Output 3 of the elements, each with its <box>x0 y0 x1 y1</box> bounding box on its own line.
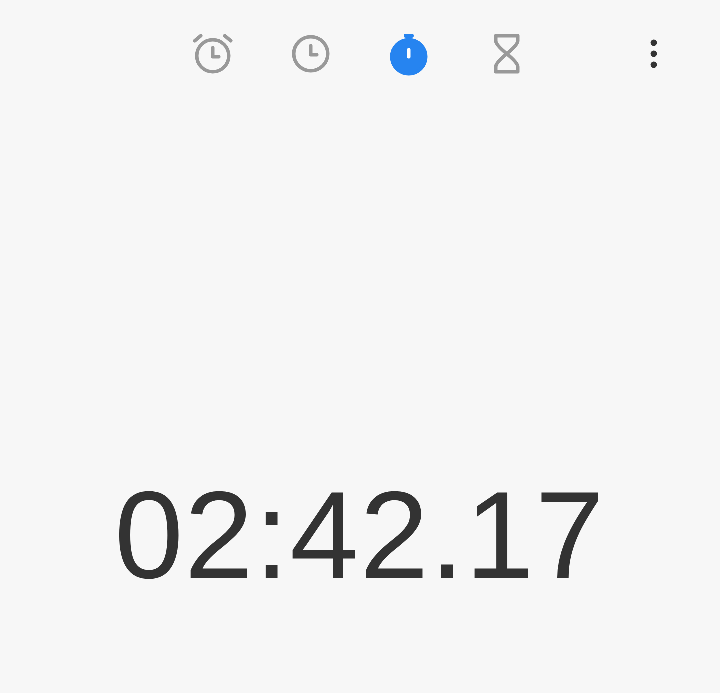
alarm-clock-icon <box>191 32 235 76</box>
elapsed-time: 02:42.17 <box>114 474 606 598</box>
more-icon <box>650 38 658 70</box>
